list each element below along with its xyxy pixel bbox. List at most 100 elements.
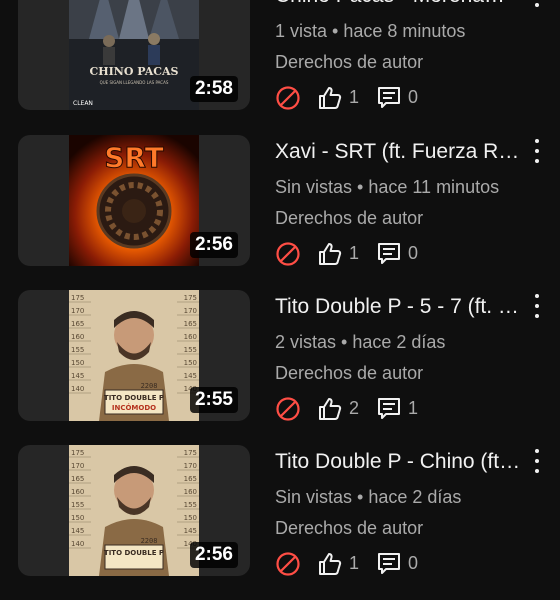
duration-badge: 2:56 — [189, 542, 238, 568]
album-subtitle-text: INCÓMODO — [112, 403, 156, 412]
height-mark-label: 140 — [71, 385, 84, 393]
like-count: 2 — [349, 398, 360, 418]
height-mark-label: 145 — [71, 372, 84, 380]
video-thumbnail[interactable]: CHINO PACAS QUE SIGAN LLEGANDO LAS PACAS… — [18, 0, 250, 110]
album-tag-number: 2208 — [141, 537, 158, 545]
no-entry-circle-icon[interactable] — [275, 85, 301, 111]
copyright-label[interactable]: Derechos de autor — [275, 363, 423, 384]
copyright-label[interactable]: Derechos de autor — [275, 52, 423, 73]
album-art: CHINO PACAS QUE SIGAN LLEGANDO LAS PACAS… — [69, 0, 199, 110]
upload-age: hace 8 minutos — [343, 21, 466, 41]
video-row[interactable]: 175 170 165 160 155 150 145 140 175 170 165 160 155… — [0, 445, 560, 600]
comment-icon[interactable] — [376, 551, 402, 577]
meta-separator: • — [352, 177, 369, 197]
album-subtitle-text: QUE SIGAN LLEGANDO LAS PACAS — [100, 80, 169, 85]
no-entry-circle-icon[interactable] — [275, 396, 301, 422]
thumbs-up-icon[interactable] — [317, 551, 343, 577]
more-vert-icon[interactable] — [528, 139, 546, 163]
height-mark-label: 165 — [71, 320, 84, 328]
upload-age: hace 11 minutos — [368, 177, 500, 197]
video-meta: 2 vistas • hace 2 días — [275, 332, 445, 353]
more-vert-icon[interactable] — [528, 0, 546, 7]
copyright-label[interactable]: Derechos de autor — [275, 518, 423, 539]
height-mark-label: 165 — [184, 320, 197, 328]
video-title[interactable]: Tito Double P - 5 - 7 (ft. … — [275, 295, 523, 319]
height-mark-label: 155 — [184, 346, 197, 354]
height-mark-label: 145 — [184, 527, 197, 535]
video-title[interactable]: Tito Double P - Chino (ft. … — [275, 450, 523, 474]
height-mark-label: 150 — [184, 514, 197, 522]
video-meta: Sin vistas • hace 11 minutos — [275, 177, 499, 198]
view-count: Sin vistas — [275, 177, 353, 197]
album-art: SRT — [69, 135, 199, 266]
height-mark-label: 160 — [184, 333, 197, 341]
album-art: 175 170 165 160 155 150 145 140 175 170 165 160 155… — [69, 290, 199, 421]
album-tag-number: 2208 — [141, 382, 158, 390]
height-mark-label: 165 — [71, 475, 84, 483]
comment-count: 0 — [408, 553, 419, 573]
video-thumbnail[interactable]: SRT 2:56 — [18, 135, 250, 266]
duration-badge: 2:58 — [189, 76, 238, 102]
height-mark-label: 170 — [184, 307, 197, 315]
no-entry-circle-icon[interactable] — [275, 241, 301, 267]
album-title-text: SRT — [104, 141, 164, 174]
video-row[interactable]: SRT 2:56 Xavi - SRT (ft. Fuerza Regida) … — [0, 135, 560, 290]
height-mark-label: 150 — [184, 359, 197, 367]
comment-count: 1 — [408, 398, 419, 418]
height-mark-label: 155 — [184, 501, 197, 509]
album-title-text: TITO DOUBLE P — [104, 549, 164, 557]
more-vert-icon[interactable] — [528, 294, 546, 318]
height-mark-label: 150 — [71, 514, 84, 522]
video-meta: 1 vista • hace 8 minutos — [275, 21, 465, 42]
video-row[interactable]: 175 170 165 160 155 150 145 140 175 170 165 160 155… — [0, 290, 560, 445]
height-mark-label: 155 — [71, 346, 84, 354]
meta-separator: • — [336, 332, 353, 352]
height-mark-label: 175 — [71, 294, 84, 302]
video-title[interactable]: Chino Pacas - Morena… — [275, 0, 523, 8]
height-mark-label: 140 — [71, 540, 84, 548]
comment-icon[interactable] — [376, 85, 402, 111]
height-mark-label: 160 — [184, 488, 197, 496]
like-count: 1 — [349, 87, 360, 107]
duration-badge: 2:55 — [189, 387, 238, 413]
height-mark-label: 160 — [71, 333, 84, 341]
meta-separator: • — [352, 487, 369, 507]
view-count: 1 vista — [275, 21, 328, 41]
comment-count: 0 — [408, 243, 419, 263]
height-mark-label: 160 — [71, 488, 84, 496]
meta-separator: • — [327, 21, 344, 41]
height-mark-label: 150 — [71, 359, 84, 367]
height-mark-label: 165 — [184, 475, 197, 483]
height-mark-label: 170 — [184, 462, 197, 470]
comment-icon[interactable] — [376, 396, 402, 422]
upload-age: hace 2 días — [368, 487, 462, 507]
like-count: 1 — [349, 243, 360, 263]
height-mark-label: 175 — [71, 449, 84, 457]
thumbs-up-icon[interactable] — [317, 241, 343, 267]
height-mark-label: 145 — [71, 527, 84, 535]
comment-count: 0 — [408, 87, 419, 107]
video-title[interactable]: Xavi - SRT (ft. Fuerza Regida) — [275, 140, 523, 164]
thumbs-up-icon[interactable] — [317, 396, 343, 422]
no-entry-circle-icon[interactable] — [275, 551, 301, 577]
view-count: 2 vistas — [275, 332, 337, 352]
video-meta: Sin vistas • hace 2 días — [275, 487, 461, 508]
more-vert-icon[interactable] — [528, 449, 546, 473]
height-mark-label: 145 — [184, 372, 197, 380]
upload-age: hace 2 días — [352, 332, 446, 352]
height-mark-label: 170 — [71, 462, 84, 470]
view-count: Sin vistas — [275, 487, 353, 507]
thumbs-up-icon[interactable] — [317, 85, 343, 111]
album-art: 175 170 165 160 155 150 145 140 175 170 165 160 155… — [69, 445, 199, 576]
video-thumbnail[interactable]: 175 170 165 160 155 150 145 140 175 170 165 160 155… — [18, 445, 250, 576]
clean-label: CLEAN — [73, 100, 93, 107]
video-thumbnail[interactable]: 175 170 165 160 155 150 145 140 175 170 165 160 155… — [18, 290, 250, 421]
copyright-label[interactable]: Derechos de autor — [275, 208, 423, 229]
duration-badge: 2:56 — [189, 232, 238, 258]
height-mark-label: 175 — [184, 449, 197, 457]
height-mark-label: 155 — [71, 501, 84, 509]
album-title-text: TITO DOUBLE P — [104, 394, 164, 402]
video-row[interactable]: CHINO PACAS QUE SIGAN LLEGANDO LAS PACAS… — [0, 0, 560, 134]
height-mark-label: 170 — [71, 307, 84, 315]
comment-icon[interactable] — [376, 241, 402, 267]
